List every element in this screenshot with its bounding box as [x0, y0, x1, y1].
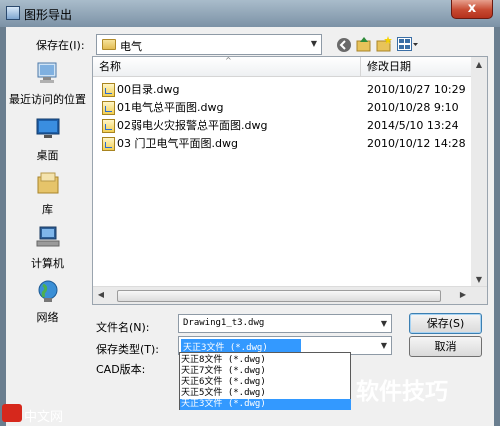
scroll-thumb[interactable] [117, 290, 441, 302]
chevron-down-icon: ▼ [380, 341, 387, 350]
dwg-file-icon [102, 119, 115, 133]
window-icon [6, 6, 20, 20]
scroll-left-icon[interactable]: ◀ [93, 287, 109, 303]
file-name: 01电气总平面图.dwg [117, 101, 224, 114]
file-list[interactable]: 名称 ^ 修改日期 00目录.dwg 2010/10/27 10:29 01电气… [92, 56, 488, 305]
place-desktop[interactable]: 桌面 [9, 117, 86, 163]
computer-icon [36, 226, 59, 247]
file-name: 03 门卫电气平面图.dwg [117, 137, 238, 150]
sort-up-icon: ^ [225, 56, 232, 65]
place-recent[interactable]: 最近访问的位置 [9, 61, 86, 107]
places-bar: 最近访问的位置 桌面 库 计算机 网络 [9, 57, 86, 341]
watermark-text: 中文网 [24, 410, 64, 425]
file-row[interactable]: 03 门卫电气平面图.dwg 2010/10/12 14:28 [93, 135, 473, 153]
place-label: 最近访问的位置 [9, 93, 86, 106]
php-logo-icon [2, 404, 22, 422]
window-title: 图形导出 [24, 8, 73, 22]
file-row[interactable]: 00目录.dwg 2010/10/27 10:29 [93, 81, 473, 99]
dwg-file-icon [102, 101, 115, 115]
close-button[interactable]: x [451, 0, 493, 19]
libraries-icon [37, 172, 58, 194]
file-date: 2010/10/28 9:10 [367, 101, 459, 114]
title-bar [0, 0, 500, 27]
cancel-button[interactable]: 取消 [409, 336, 482, 357]
file-name: 00目录.dwg [117, 83, 180, 96]
recent-places-icon [37, 62, 56, 83]
chevron-down-icon: ▼ [310, 39, 317, 48]
filetype-option[interactable]: 天正6文件 (*.dwg) [180, 377, 351, 388]
folder-icon [102, 39, 116, 50]
place-label: 网络 [36, 311, 59, 324]
place-label: 计算机 [31, 257, 64, 270]
save-in-combo[interactable]: 电气 ▼ [96, 34, 322, 55]
filename-combo[interactable]: Drawing1_t3.dwg ▼ [178, 314, 392, 333]
file-date: 2010/10/27 10:29 [367, 83, 466, 96]
save-button[interactable]: 保存(S) [409, 313, 482, 334]
filetype-option[interactable]: 天正7文件 (*.dwg) [180, 366, 351, 377]
dwg-file-icon [102, 83, 115, 97]
file-row[interactable]: 02弱电火灾报警总平面图.dwg 2014/5/10 13:24 [93, 117, 473, 135]
place-computer[interactable]: 计算机 [9, 225, 86, 271]
filename-label: 文件名(N): [96, 321, 150, 334]
back-icon[interactable] [336, 37, 352, 53]
filetype-option-selected[interactable]: 天正3文件 (*.dwg) [180, 399, 351, 410]
save-in-value: 电气 [120, 40, 142, 53]
filetype-label: 保存类型(T): [96, 343, 160, 356]
watermark-text: 软件技巧 [356, 379, 448, 405]
filename-value: Drawing1_t3.dwg [183, 318, 265, 328]
file-date: 2010/10/12 14:28 [367, 137, 466, 150]
place-network[interactable]: 网络 [9, 279, 86, 325]
dwg-file-icon [102, 137, 115, 151]
place-label: 库 [42, 203, 53, 216]
new-folder-icon[interactable] [376, 36, 392, 52]
filetype-option[interactable]: 天正8文件 (*.dwg) [180, 355, 351, 366]
save-in-label: 保存在(I): [36, 39, 85, 52]
place-label: 桌面 [36, 149, 59, 162]
column-header-date[interactable]: 修改日期 [361, 57, 471, 77]
file-name: 02弱电火灾报警总平面图.dwg [117, 119, 268, 132]
scroll-right-icon[interactable]: ▶ [455, 287, 471, 303]
vertical-scrollbar[interactable]: ▲ ▼ [471, 57, 487, 288]
cad-version-label: CAD版本: [96, 363, 146, 376]
file-row[interactable]: 01电气总平面图.dwg 2010/10/28 9:10 [93, 99, 473, 117]
filetype-dropdown-list[interactable]: 天正8文件 (*.dwg) 天正7文件 (*.dwg) 天正6文件 (*.dwg… [179, 352, 351, 410]
network-icon [38, 280, 57, 302]
up-folder-icon[interactable] [356, 36, 372, 52]
filetype-option[interactable]: 天正5文件 (*.dwg) [180, 388, 351, 399]
horizontal-scrollbar[interactable]: ◀ ▶ [93, 286, 487, 304]
file-date: 2014/5/10 13:24 [367, 119, 459, 132]
place-libraries[interactable]: 库 [9, 171, 86, 217]
scroll-up-icon[interactable]: ▲ [471, 57, 487, 73]
chevron-down-icon: ▼ [380, 319, 387, 328]
view-menu-icon[interactable] [397, 37, 419, 52]
desktop-icon [36, 118, 59, 138]
